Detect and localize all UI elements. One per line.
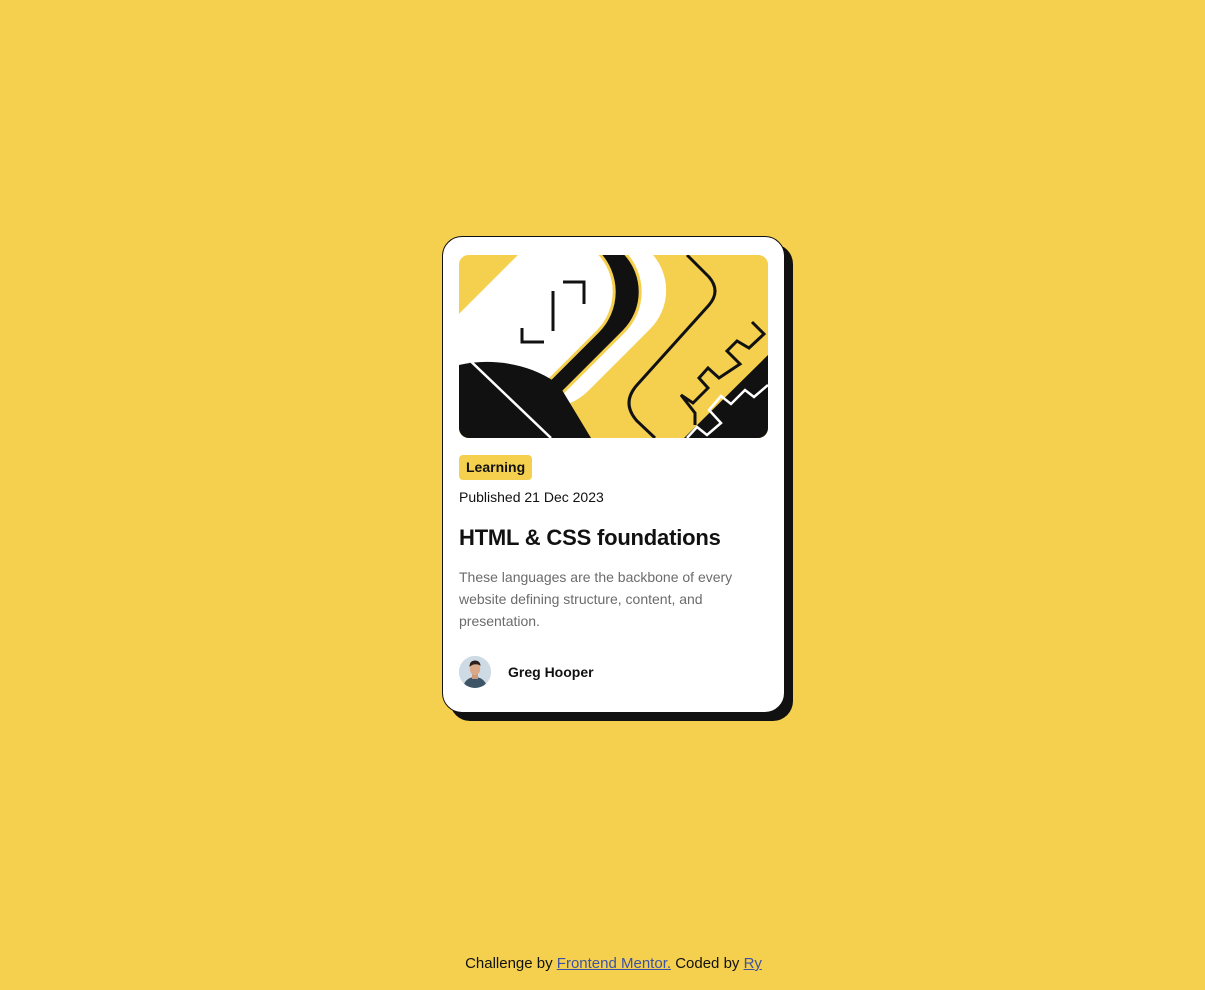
author: Greg Hooper: [459, 656, 594, 688]
author-name: Greg Hooper: [508, 664, 594, 680]
card-description: These languages are the backbone of ever…: [459, 569, 733, 629]
category-tag: Learning: [459, 455, 533, 480]
attribution-footer: Challenge by Frontend Mentor. Coded by R…: [0, 955, 1205, 972]
person-avatar-icon: [459, 656, 491, 688]
avatar: [459, 656, 491, 688]
published-date: Published 21 Dec 2023: [459, 489, 604, 505]
abstract-illustration-icon: [459, 255, 768, 438]
frontend-mentor-link[interactable]: Frontend Mentor.: [557, 955, 671, 972]
attribution-text-coded: Coded by: [671, 955, 744, 972]
blog-preview-card: Learning Published 21 Dec 2023 HTML & CS…: [442, 236, 785, 713]
card-title[interactable]: HTML & CSS foundations: [459, 525, 721, 551]
attribution-text-challenge: Challenge by: [465, 955, 557, 972]
hero-illustration: [459, 255, 768, 438]
author-link[interactable]: Ry: [744, 955, 762, 972]
page: Learning Published 21 Dec 2023 HTML & CS…: [0, 0, 1205, 990]
